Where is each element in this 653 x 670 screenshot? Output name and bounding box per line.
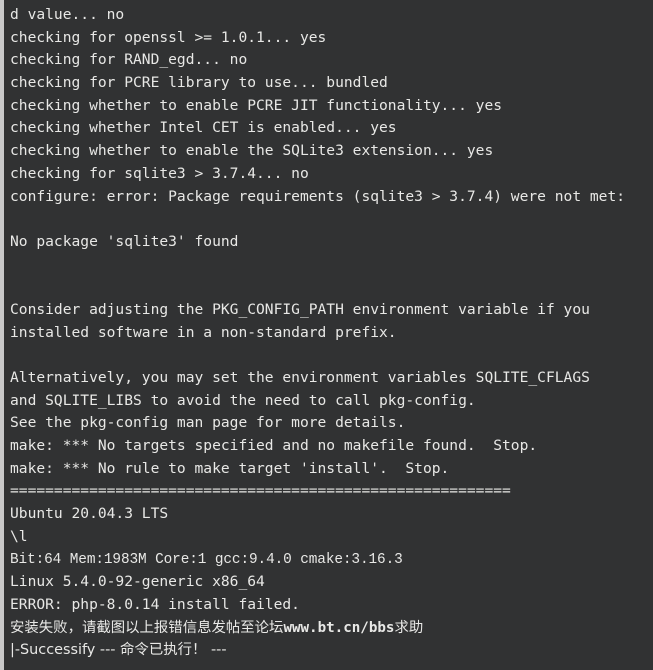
terminal-window: d value... no checking for openssl >= 1.0…	[0, 0, 653, 670]
terminal-line: and SQLITE_LIBS to avoid the need to cal…	[10, 391, 476, 409]
terminal-line-text: |-Successify ---	[10, 642, 121, 659]
terminal-line: Linux 5.4.0-92-generic x86_64	[10, 573, 265, 591]
terminal-line: checking for sqlite3 > 3.7.4... no	[10, 164, 309, 182]
terminal-line: configure: error: Package requirements (…	[10, 187, 626, 205]
terminal-line: checking for openssl >= 1.0.1... yes	[10, 28, 327, 46]
terminal-line: \l	[10, 527, 28, 545]
terminal-line: Alternatively, you may set the environme…	[10, 369, 590, 386]
terminal-line: checking whether to enable the SQLite3 e…	[10, 142, 494, 160]
terminal-line: See the pkg-config man page for more det…	[10, 414, 406, 432]
terminal-line: checking whether to enable PCRE JIT func…	[10, 96, 503, 114]
terminal-line: installed software in a non-standard pre…	[10, 323, 397, 341]
terminal-line: checking for PCRE library to use... bund…	[10, 74, 388, 92]
terminal-line: ERROR: php-8.0.14 install failed.	[10, 595, 300, 613]
terminal-line: make: *** No targets specified and no ma…	[10, 437, 538, 455]
terminal-line: ========================================…	[10, 482, 511, 500]
terminal-line: 安装失败，请截图以上报错信息发帖至论坛www.bt.cn/bbs求助	[10, 617, 653, 640]
terminal-line: |-Successify --- 命令已执行！ ---	[10, 639, 653, 662]
terminal-line: Ubuntu 20.04.3 LTS	[10, 505, 169, 523]
terminal-line: checking for RAND_egd... no	[10, 51, 248, 69]
terminal-line: Consider adjusting the PKG_CONFIG_PATH e…	[10, 300, 590, 318]
terminal-line: Bit:64 Mem:1983M Core:1 gcc:9.4.0 cmake:…	[10, 551, 403, 568]
terminal-line: make: *** No rule to make target 'instal…	[10, 459, 450, 477]
terminal-line: d value... no	[10, 6, 125, 23]
terminal-line-text: 安装失败，请截图以上报错信息发帖至论坛	[10, 619, 284, 636]
terminal-scrollback[interactable]: d value... no checking for openssl >= 1.0…	[4, 0, 653, 662]
terminal-line: checking whether Intel CET is enabled...…	[10, 119, 397, 137]
terminal-line: No package 'sqlite3' found	[10, 232, 239, 250]
terminal-line-text: 求助	[394, 619, 424, 636]
forum-url-text: www.bt.cn/bbs	[283, 619, 395, 636]
terminal-line-text: 命令已执行！ ---	[120, 642, 227, 659]
